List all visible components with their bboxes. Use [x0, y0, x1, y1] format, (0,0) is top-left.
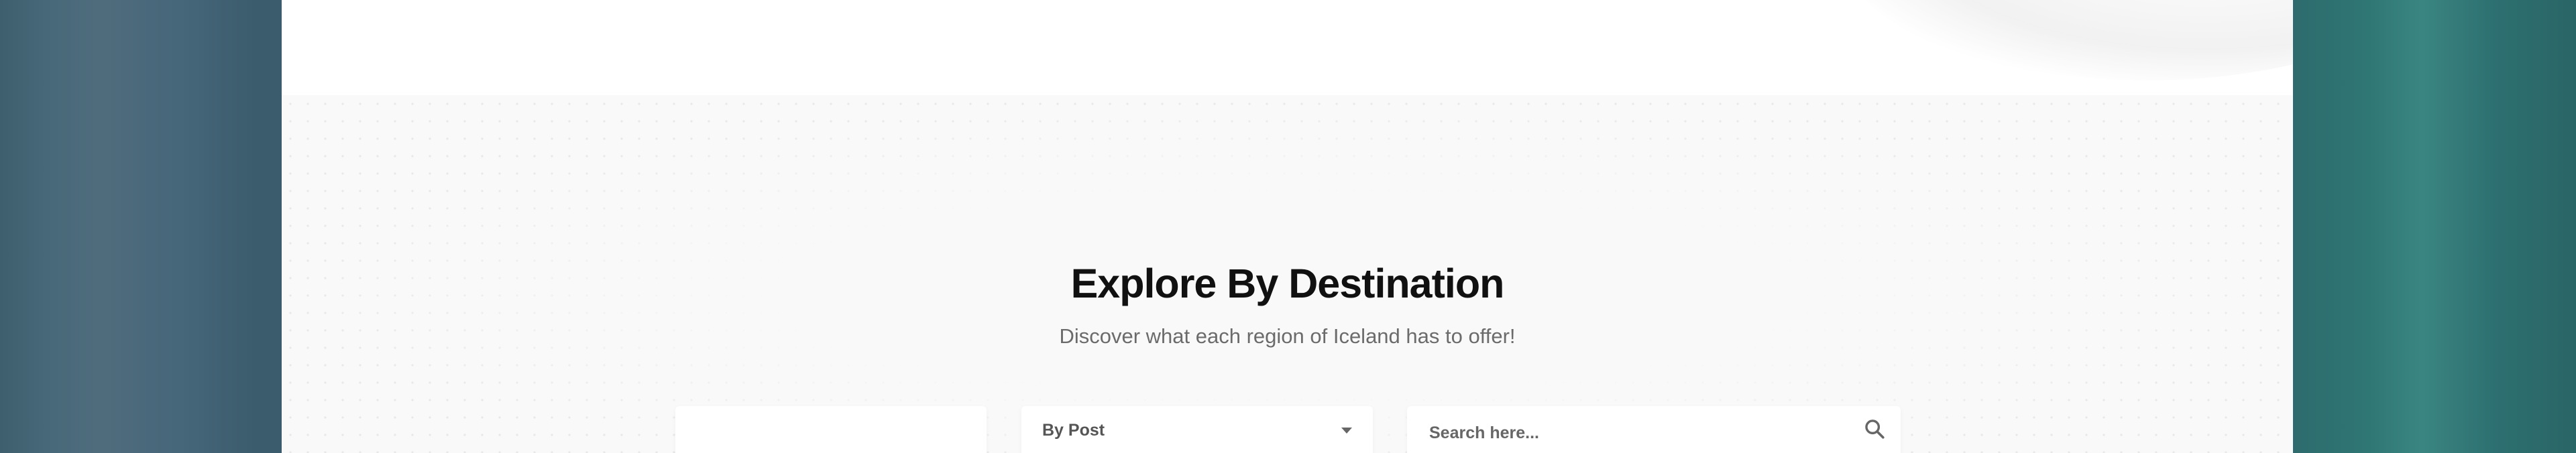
chevron-down-icon	[1341, 428, 1352, 434]
search-input[interactable]	[1428, 415, 1833, 450]
sort-select[interactable]: By Post	[1021, 406, 1373, 453]
section-subtitle: Discover what each region of Iceland has…	[1059, 324, 1516, 348]
main-content-panel: Explore By Destination Discover what eac…	[282, 0, 2293, 453]
region-filter-box[interactable]	[675, 406, 987, 453]
search-icon[interactable]	[1863, 417, 1886, 440]
hero-image-area	[282, 0, 2293, 95]
section-title: Explore By Destination	[1070, 261, 1505, 306]
sort-select-value: By Post	[1042, 421, 1105, 440]
search-field[interactable]	[1407, 406, 1901, 453]
hero-decoration	[1844, 0, 2293, 80]
